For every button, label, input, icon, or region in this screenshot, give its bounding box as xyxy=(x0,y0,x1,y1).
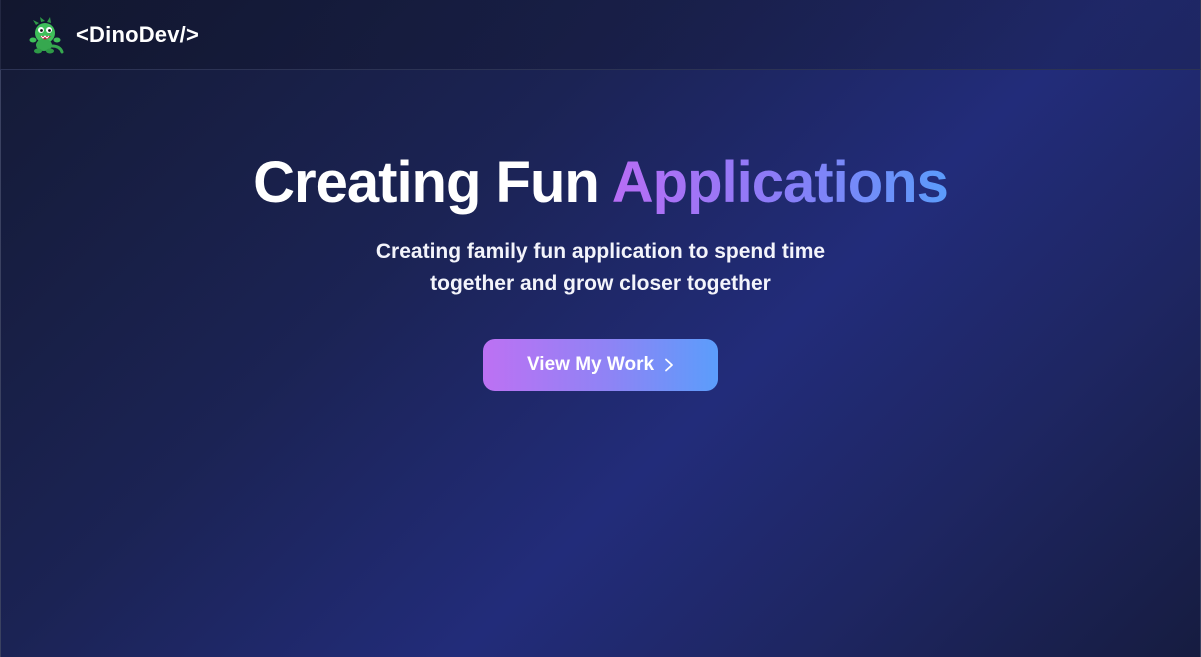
hero-section: Creating Fun Applications Creating famil… xyxy=(0,150,1201,300)
dinosaur-icon xyxy=(29,16,64,53)
view-my-work-label: View My Work xyxy=(526,354,655,375)
hero-title: Creating Fun Applications xyxy=(0,150,1201,216)
brand-name: <DinoDev/> xyxy=(76,21,200,47)
top-navbar: <DinoDev/> xyxy=(0,0,1201,70)
chevron-right-icon xyxy=(665,358,673,372)
page-frame xyxy=(0,0,1201,657)
hero-subtitle: Creating family fun application to spend… xyxy=(375,240,826,295)
hero-title-accent: Applications xyxy=(611,150,949,215)
view-my-work-button[interactable]: View My Work xyxy=(483,339,718,391)
hero-title-main: Creating Fun xyxy=(253,150,600,215)
brand-logo-link[interactable]: <DinoDev/> xyxy=(27,16,199,54)
